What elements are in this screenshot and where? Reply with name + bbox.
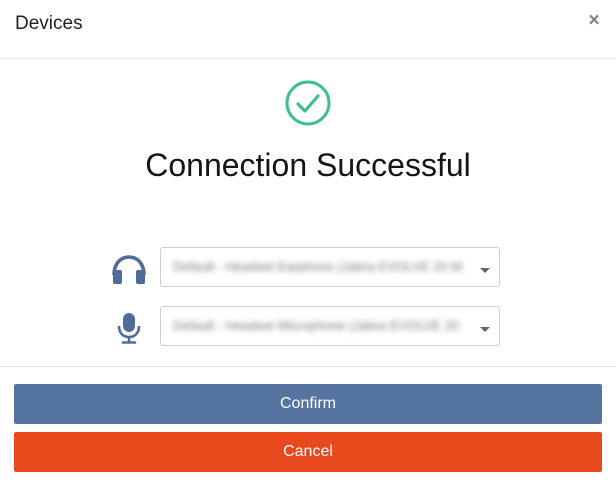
- microphone-select-value: Default - Headset Microphone (Jabra EVOL…: [173, 318, 463, 333]
- chevron-down-icon: [480, 268, 490, 273]
- footer-divider: [0, 366, 616, 367]
- microphone-icon: [117, 313, 141, 344]
- confirm-button[interactable]: Confirm: [14, 384, 602, 424]
- speaker-select[interactable]: Default - Headset Earphone (Jabra EVOLVE…: [160, 247, 500, 287]
- check-circle-icon: [285, 80, 331, 126]
- devices-dialog: Devices × Connection Successful Default …: [0, 0, 616, 484]
- dialog-header: Devices ×: [0, 0, 616, 59]
- connection-status: Connection Successful: [145, 147, 471, 183]
- dialog-title: Devices: [15, 13, 83, 34]
- headphones-icon: [112, 255, 146, 284]
- chevron-down-icon: [480, 327, 490, 332]
- microphone-select[interactable]: Default - Headset Microphone (Jabra EVOL…: [160, 306, 500, 346]
- microphone-row: Default - Headset Microphone (Jabra EVOL…: [110, 306, 502, 348]
- speaker-row: Default - Headset Earphone (Jabra EVOLVE…: [110, 247, 502, 289]
- cancel-button[interactable]: Cancel: [14, 432, 602, 472]
- close-icon[interactable]: ×: [585, 10, 603, 32]
- speaker-select-value: Default - Headset Earphone (Jabra EVOLVE…: [173, 259, 463, 274]
